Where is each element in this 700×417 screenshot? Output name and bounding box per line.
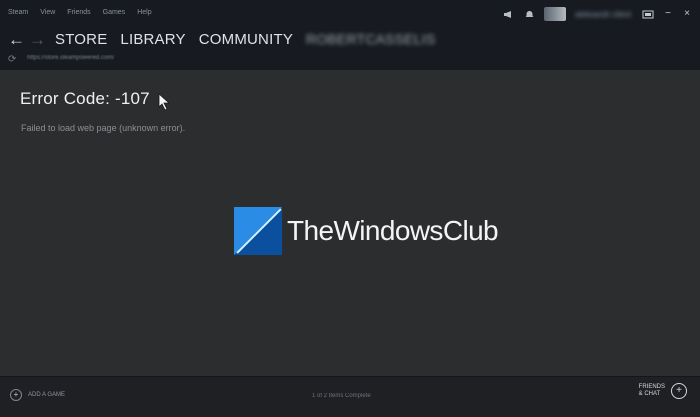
add-game-button[interactable]: + ADD A GAME xyxy=(10,389,65,401)
error-title: Error Code: -107 xyxy=(20,89,150,108)
error-message: Failed to load web page (unknown error). xyxy=(21,123,186,133)
primary-navigation: STORE LIBRARY COMMUNITY ROBERTCASSELIS xyxy=(55,31,435,48)
friends-chat-label: FRIENDS & CHAT xyxy=(639,384,665,398)
community-link[interactable]: COMMUNITY xyxy=(199,31,293,48)
add-game-label: ADD A GAME xyxy=(28,392,66,398)
menu-steam[interactable]: Steam xyxy=(8,8,28,18)
add-friend-icon: + xyxy=(671,383,687,399)
steam-window: Steam View Friends Games Help aleksandr-… xyxy=(0,0,700,417)
watermark: TheWindowsClub xyxy=(234,207,499,255)
address-bar: ⟳ https://store.steampowered.com/ xyxy=(0,50,700,70)
system-icons: aleksandr-client − × xyxy=(502,7,692,21)
watermark-brand: TheWindowsClub xyxy=(287,215,499,246)
footer-bar: + ADD A GAME 1 of 2 Items Complete FRIEN… xyxy=(0,376,700,417)
minimize-icon[interactable]: − xyxy=(663,9,673,19)
window-icon[interactable] xyxy=(642,9,654,19)
title-bar: Steam View Friends Games Help aleksandr-… xyxy=(0,0,700,28)
download-status[interactable]: 1 of 2 Items Complete xyxy=(312,393,371,399)
chat-label: & CHAT xyxy=(638,391,661,397)
megaphone-icon[interactable] xyxy=(502,9,514,19)
username[interactable]: aleksandr-client xyxy=(575,10,633,19)
menu-help[interactable]: Help xyxy=(137,8,151,18)
menu-bar: Steam View Friends Games Help xyxy=(8,8,152,18)
forward-arrow-icon[interactable]: → xyxy=(29,31,46,48)
add-icon: + xyxy=(10,389,22,401)
navigation-bar: ← → STORE LIBRARY COMMUNITY ROBERTCASSEL… xyxy=(0,28,700,50)
windows-club-logo-icon xyxy=(234,207,282,255)
mouse-cursor-icon xyxy=(158,93,171,110)
bell-icon[interactable] xyxy=(523,9,535,19)
store-link[interactable]: STORE xyxy=(55,31,107,48)
reload-icon[interactable]: ⟳ xyxy=(8,54,16,65)
menu-view[interactable]: View xyxy=(40,8,55,18)
back-arrow-icon[interactable]: ← xyxy=(8,31,25,48)
menu-friends[interactable]: Friends xyxy=(67,8,90,18)
avatar[interactable] xyxy=(544,7,566,21)
friends-chat-button[interactable]: FRIENDS & CHAT + xyxy=(639,383,687,399)
close-icon[interactable]: × xyxy=(682,9,692,19)
menu-games[interactable]: Games xyxy=(103,8,126,18)
page-url[interactable]: https://store.steampowered.com/ xyxy=(27,55,114,61)
profile-link[interactable]: ROBERTCASSELIS xyxy=(306,31,435,48)
friends-label: FRIENDS xyxy=(638,384,665,390)
library-link[interactable]: LIBRARY xyxy=(120,31,185,48)
